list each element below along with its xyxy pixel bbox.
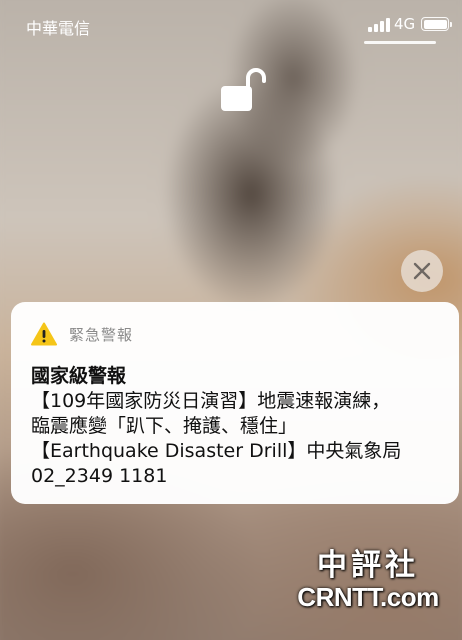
alert-app-name: 緊急警報 (69, 325, 134, 344)
alert-message-line: 02_2349 1181 (31, 465, 168, 487)
network-type: 4G (394, 15, 416, 33)
battery-icon (421, 17, 452, 31)
alert-header: 緊急警報 (31, 321, 133, 347)
alert-body: 國家級警報 【109年國家防災日演習】地震速報演練， 臨震應變「趴下、掩護、穩住… (31, 364, 447, 489)
close-icon (413, 262, 431, 280)
cellular-signal-icon (368, 18, 390, 32)
alert-message-line: 臨震應變「趴下、掩護、穩住」 (31, 415, 298, 437)
watermark-chinese: 中評社 (317, 548, 419, 583)
alert-title: 國家級警報 (31, 365, 127, 387)
alert-message-line: 【Earthquake Disaster Drill】中央氣象局 (31, 440, 402, 462)
carrier-name: 中華電信 (26, 19, 91, 38)
battery-level (423, 19, 447, 29)
warning-triangle-icon (31, 322, 57, 346)
emergency-alert-notification[interactable]: 緊急警報 國家級警報 【109年國家防災日演習】地震速報演練， 臨震應變「趴下、… (11, 302, 459, 504)
dismiss-notification-button[interactable] (401, 250, 443, 292)
alert-message-line: 【109年國家防災日演習】地震速報演練， (31, 390, 391, 412)
watermark-latin: CRNTT.com (297, 582, 439, 612)
status-bar: 中華電信 4G (0, 0, 462, 50)
control-center-indicator[interactable] (364, 41, 436, 44)
watermark-logo: 中評社 CRNTT.com (293, 540, 443, 613)
unlocked-padlock-icon (219, 64, 267, 112)
